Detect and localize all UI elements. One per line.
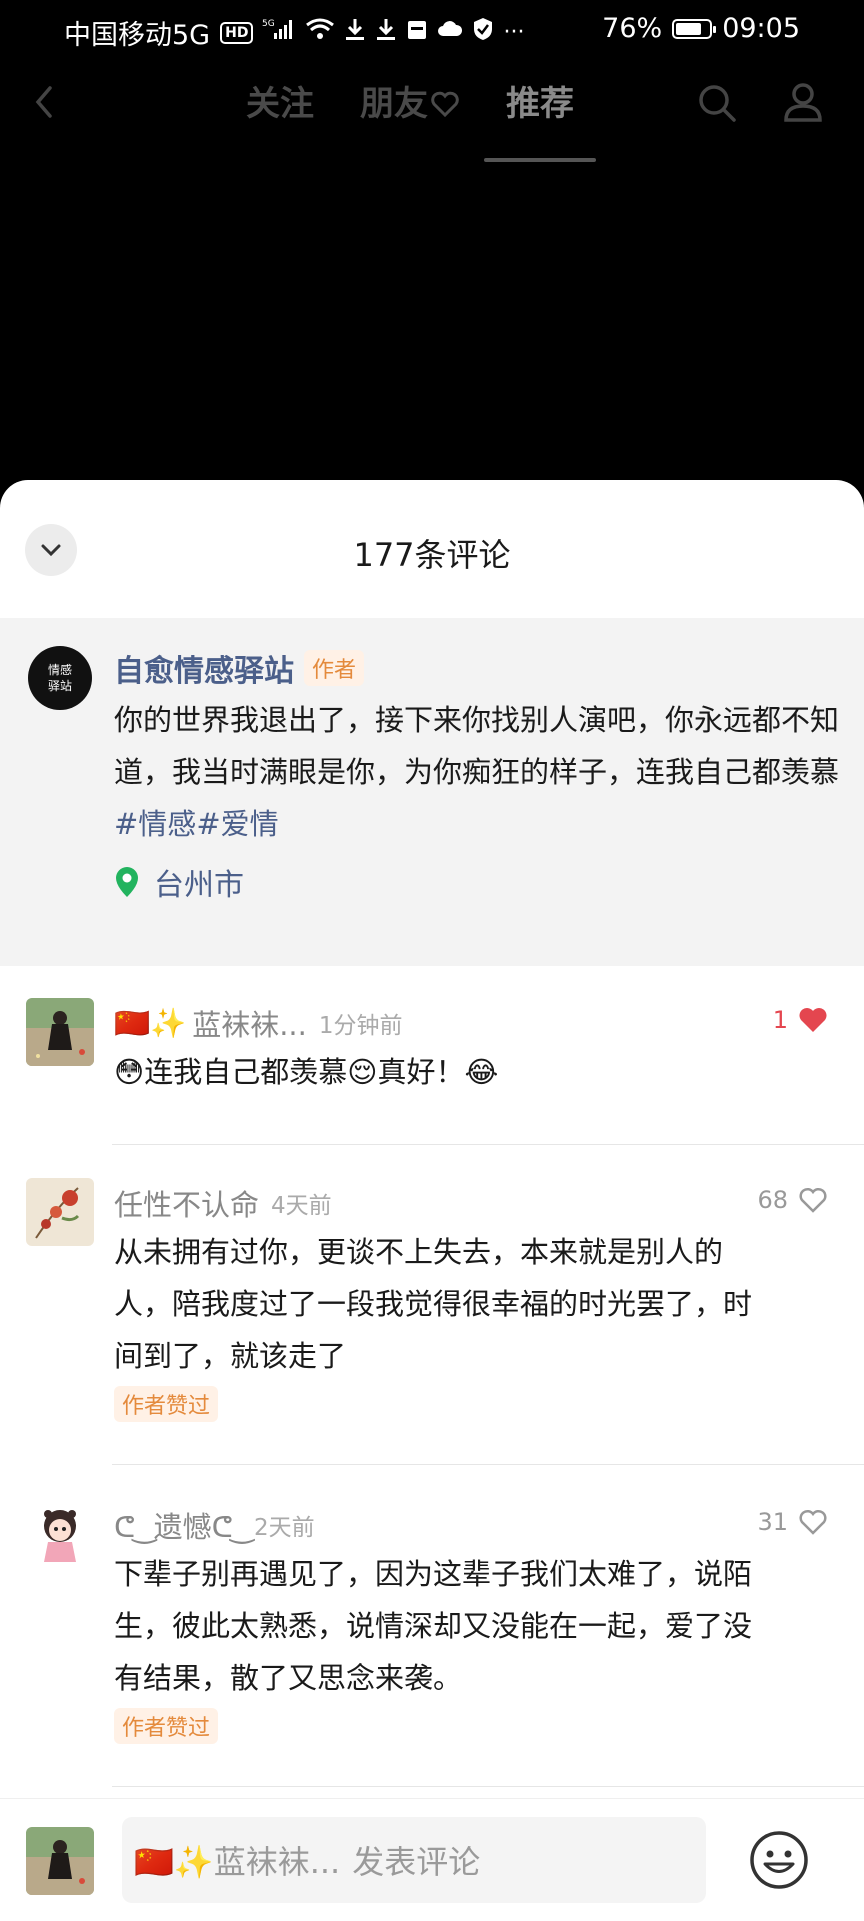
battery-icon xyxy=(672,18,717,39)
hd-icon: HD xyxy=(220,21,254,44)
commenter-name[interactable]: 任性不认命 xyxy=(114,1182,259,1224)
location-link[interactable]: 台州市 xyxy=(114,860,244,904)
battery-percent: 76% xyxy=(602,13,663,44)
author-liked-badge: 作者赞过 xyxy=(114,1708,219,1744)
download-icon xyxy=(375,17,397,48)
comment-time: 1分钟前 xyxy=(318,1013,403,1039)
author-post-text: 你的世界我退出了，接下来你找别人演吧，你永远都不知道，我当时满眼是你，为你痴狂的… xyxy=(114,703,840,841)
heart-filled-icon xyxy=(799,1008,827,1032)
author-post: 情感 驿站 自愈情感驿站 作者 你的世界我退出了，接下来你找别人演吧，你永远都不… xyxy=(0,618,864,966)
author-avatar[interactable]: 情感 驿站 xyxy=(28,646,92,710)
author-liked-badge: 作者赞过 xyxy=(114,1386,219,1422)
commenter-avatar[interactable] xyxy=(26,998,94,1066)
nav-tabs: 关注 朋友 推荐 xyxy=(246,80,596,162)
wifi-icon xyxy=(305,17,335,48)
input-prefix: 🇨🇳✨蓝袜袜... xyxy=(134,1843,341,1881)
heart-outline-icon xyxy=(799,1509,827,1535)
input-placeholder: 发表评论 xyxy=(352,1843,481,1881)
hashtag-link[interactable]: #情感 xyxy=(114,807,196,841)
calendar-icon xyxy=(406,17,428,48)
divider xyxy=(112,1144,864,1145)
commenter-name[interactable]: ᕦ ͜ 遗憾ᕦ ͜ xyxy=(114,1504,242,1546)
comment-text: 😳连我自己都羡慕😌真好！😂 xyxy=(114,1055,499,1089)
tab-following[interactable]: 关注 xyxy=(246,80,314,128)
cloud-icon xyxy=(437,17,463,48)
commenter-name-prefix: 🇨🇳✨ xyxy=(114,1005,187,1040)
user-icon[interactable] xyxy=(782,80,824,124)
svg-text:5G: 5G xyxy=(262,19,275,29)
search-icon[interactable] xyxy=(696,82,738,124)
comment-time: 2天前 xyxy=(254,1515,315,1541)
divider xyxy=(112,1786,864,1787)
hashtag-link[interactable]: #爱情 xyxy=(196,807,278,841)
comments-sheet: 177条评论 情感 驿站 自愈情感驿站 作者 你的世界我退出了，接下来你找别人演… xyxy=(0,480,864,1920)
comment-count-title: 177条评论 xyxy=(353,536,511,574)
carrier-label: 中国移动5G xyxy=(64,20,211,51)
comment-input[interactable]: 🇨🇳✨蓝袜袜... 发表评论 xyxy=(122,1817,706,1903)
commenter-name[interactable]: 蓝袜袜... xyxy=(192,1002,307,1044)
back-arrow-icon[interactable] xyxy=(26,80,66,124)
download-icon xyxy=(344,17,366,48)
shield-icon xyxy=(472,17,494,48)
comment-input-bar: 🇨🇳✨蓝袜袜... 发表评论 xyxy=(0,1798,864,1921)
like-button[interactable]: 1 xyxy=(773,1006,828,1034)
clock: 09:05 xyxy=(722,13,800,44)
more-dots-icon: ··· xyxy=(503,19,525,45)
comment-time: 4天前 xyxy=(271,1193,332,1219)
author-tag: 作者 xyxy=(304,650,365,686)
like-count: 68 xyxy=(757,1186,788,1214)
my-avatar[interactable] xyxy=(26,1827,94,1895)
location-text: 台州市 xyxy=(154,868,244,903)
heart-outline-icon xyxy=(799,1187,827,1213)
like-count: 31 xyxy=(757,1508,788,1536)
emoji-icon[interactable] xyxy=(746,1827,812,1893)
tab-friends[interactable]: 朋友 xyxy=(360,80,460,128)
sheet-header: 177条评论 xyxy=(0,480,864,618)
heart-outline-icon xyxy=(430,82,460,130)
comment-text: 从未拥有过你，更谈不上失去，本来就是别人的人，陪我度过了一段我觉得很幸福的时光罢… xyxy=(114,1235,753,1373)
comment-text: 下辈子别再遇见了，因为这辈子我们太难了，说陌生，彼此太熟悉，说情深却又没能在一起… xyxy=(114,1557,753,1695)
top-nav: 关注 朋友 推荐 xyxy=(0,58,864,162)
like-count: 1 xyxy=(772,1006,788,1034)
divider xyxy=(112,1464,864,1465)
like-button[interactable]: 31 xyxy=(757,1508,828,1536)
commenter-avatar[interactable] xyxy=(26,1500,94,1568)
like-button[interactable]: 68 xyxy=(757,1186,828,1214)
tab-recommended[interactable]: 推荐 xyxy=(484,80,596,162)
signal-icon: 5G xyxy=(262,17,296,48)
location-pin-icon xyxy=(116,867,138,897)
author-name[interactable]: 自愈情感驿站 xyxy=(114,646,294,690)
status-bar: 中国移动5G HD 5G ··· 76% 09:05 xyxy=(0,0,864,58)
commenter-avatar[interactable] xyxy=(26,1178,94,1246)
